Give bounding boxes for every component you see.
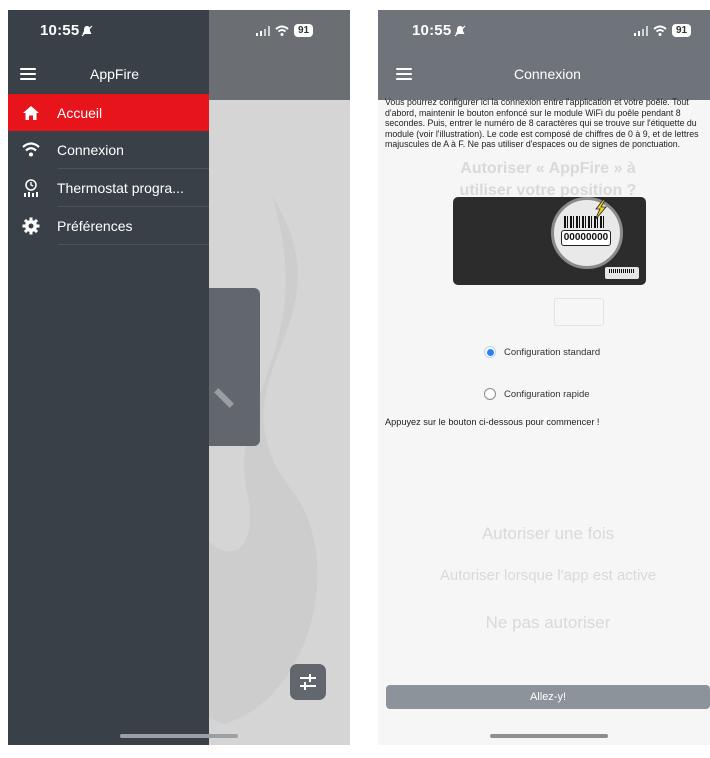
drawer-item-label: Connexion	[57, 141, 124, 158]
option-label: Configuration standard	[504, 346, 601, 358]
ghost-allow-once: Autoriser une fois	[481, 524, 615, 543]
small-module-label	[605, 267, 639, 279]
status-indicators: 91	[634, 24, 692, 37]
wifi-icon	[21, 140, 41, 160]
intro-text: Vous pourrez configurer ici la connexion…	[385, 97, 699, 150]
option-standard[interactable]: Configuration standard	[484, 346, 600, 358]
illustration-code: 00000000	[561, 230, 611, 246]
option-rapide[interactable]: Configuration rapide	[484, 388, 590, 400]
home-icon	[21, 103, 41, 123]
option-label: Configuration rapide	[504, 388, 590, 400]
radio-standard[interactable]	[484, 346, 496, 358]
drawer-item-label: Thermostat progra...	[57, 179, 184, 196]
home-indicator[interactable]	[120, 734, 238, 738]
home-indicator[interactable]	[490, 734, 608, 738]
drawer-item-preferences[interactable]: Préférences	[8, 207, 209, 244]
start-button[interactable]: Allez-y!	[386, 685, 710, 709]
filter-button[interactable]	[290, 664, 326, 700]
background-card	[200, 288, 260, 446]
right-phone-screen: 10:55 91 Connexion Autoriser « AppFire »…	[378, 10, 710, 745]
left-phone-screen: 91 10:55 AppFire Accueil Connexion Therm…	[8, 10, 350, 745]
signal-icon	[634, 25, 648, 36]
navigation-drawer: 10:55 AppFire Accueil Connexion Thermost…	[8, 10, 209, 745]
radio-rapide[interactable]	[484, 388, 496, 400]
gear-icon	[21, 216, 41, 236]
sliders-icon	[300, 674, 316, 690]
muted-bell-icon	[81, 25, 93, 37]
battery-level: 91	[672, 24, 692, 37]
ghost-dont-allow: Ne pas autoriser	[485, 613, 611, 632]
hamburger-menu-icon[interactable]	[396, 68, 412, 80]
drawer-item-thermostat[interactable]: Thermostat progra...	[8, 169, 209, 206]
status-time: 10:55	[40, 22, 80, 39]
battery-level: 91	[294, 24, 314, 37]
drawer-item-label: Accueil	[57, 104, 103, 121]
status-time: 10:55	[412, 22, 452, 39]
ghost-allow-while-using: Autoriser lorsque l'app est active	[439, 567, 657, 584]
page-title: Connexion	[514, 66, 581, 82]
status-indicators: 91	[256, 24, 314, 37]
drawer-item-connexion[interactable]: Connexion	[8, 131, 209, 168]
drawer-divider	[58, 244, 209, 245]
drawer-item-accueil[interactable]: Accueil	[8, 94, 209, 131]
magnifier-lens: 00000000	[551, 197, 623, 269]
signal-icon	[256, 25, 270, 36]
wifi-status-icon	[275, 25, 289, 36]
drawer-item-label: Préférences	[57, 217, 133, 234]
module-label-illustration: 00000000	[453, 197, 646, 285]
hamburger-menu-icon[interactable]	[20, 68, 36, 80]
hint-text: Appuyez sur le bouton ci-dessous pour co…	[385, 417, 600, 427]
lightning-arrow-icon	[594, 200, 607, 220]
ghost-map-thumbnail	[554, 298, 604, 326]
muted-bell-icon	[454, 25, 466, 37]
ghost-dialog-title-line1: Autoriser « AppFire » à	[460, 160, 636, 177]
wifi-status-icon	[653, 25, 667, 36]
thermostat-icon	[21, 178, 41, 198]
app-title: AppFire	[90, 66, 140, 82]
